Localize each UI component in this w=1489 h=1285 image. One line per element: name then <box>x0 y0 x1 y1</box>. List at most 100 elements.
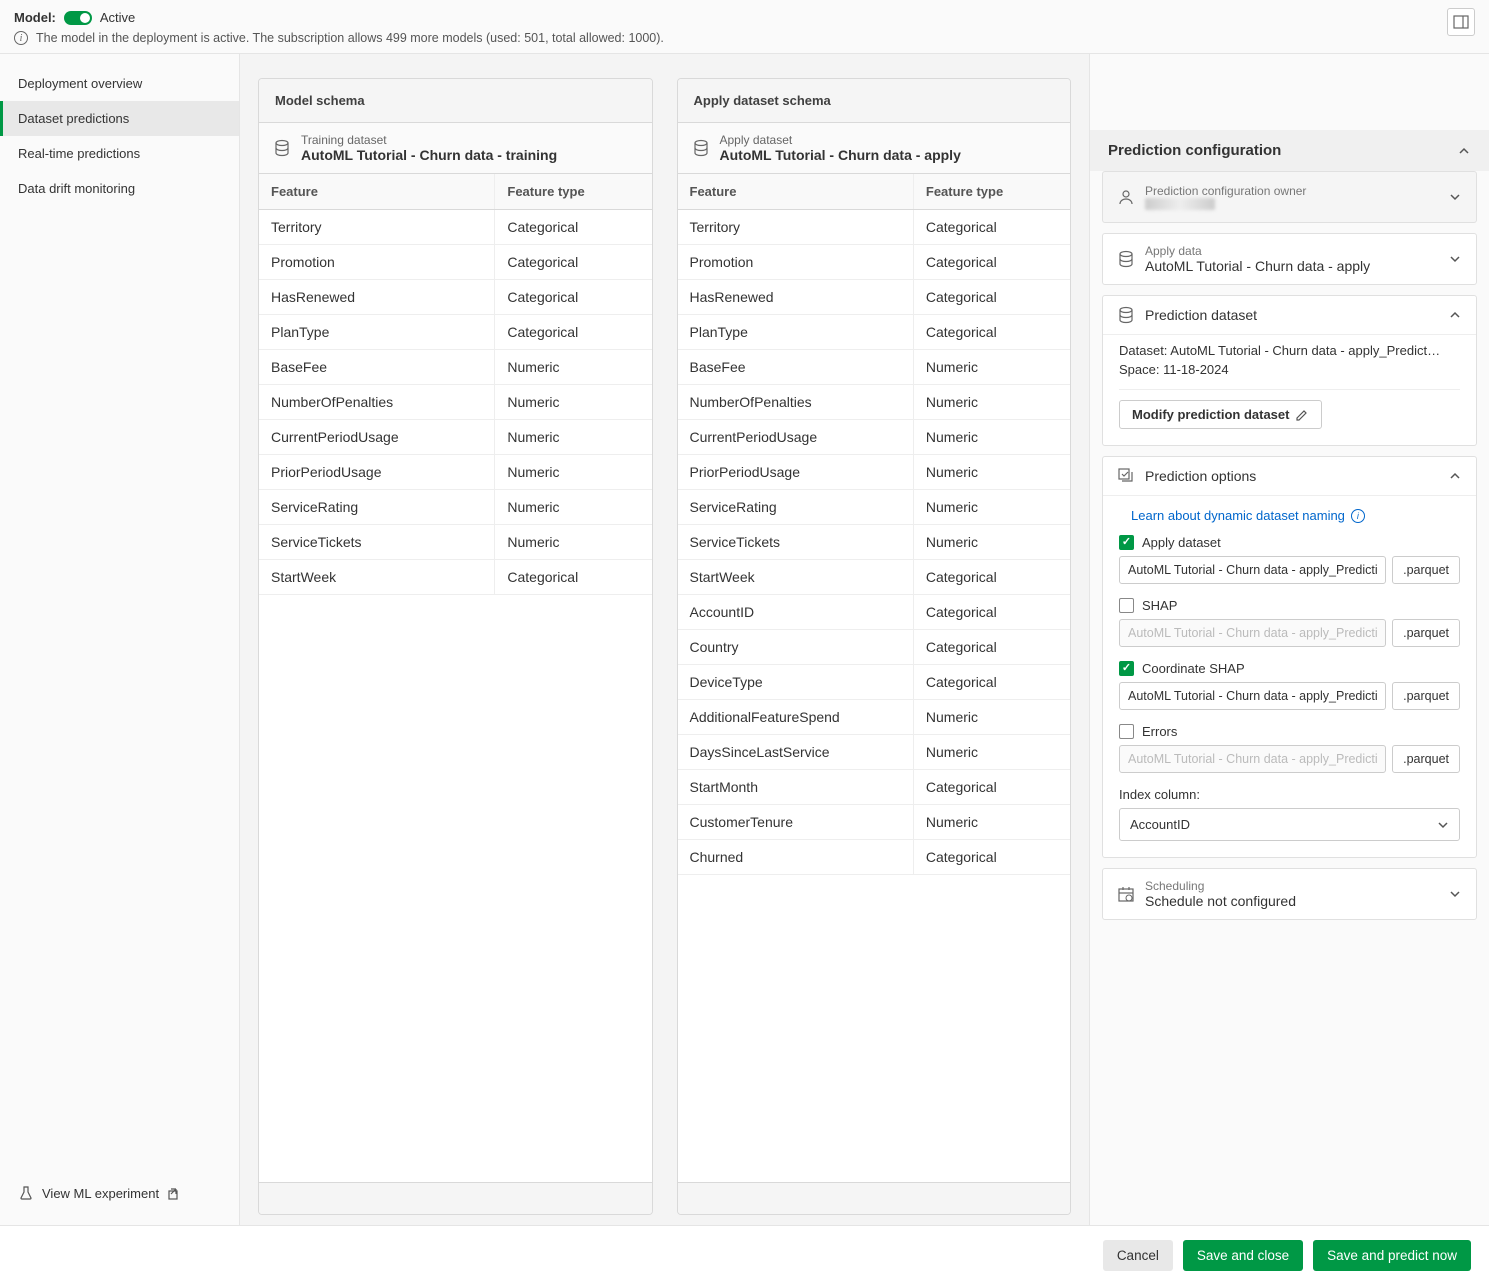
model-schema-col-feature: Feature <box>259 174 495 209</box>
toggle-sidepanel-button[interactable] <box>1447 8 1475 36</box>
chevron-down-icon <box>1448 252 1462 266</box>
scheduling-section[interactable]: Scheduling Schedule not configured <box>1102 868 1477 920</box>
save-and-predict-button[interactable]: Save and predict now <box>1313 1240 1471 1271</box>
apply-dataset-name: AutoML Tutorial - Churn data - apply <box>720 147 961 163</box>
options-icon <box>1117 467 1135 485</box>
owner-section[interactable]: Prediction configuration owner <box>1102 171 1477 223</box>
info-icon: i <box>14 31 28 45</box>
footer-bar: Cancel Save and close Save and predict n… <box>0 1225 1489 1285</box>
option-label: Apply dataset <box>1142 535 1221 550</box>
checkbox-shap[interactable] <box>1119 598 1134 613</box>
table-row: StartMonthCategorical <box>678 770 1071 805</box>
table-row: HasRenewedCategorical <box>259 280 652 315</box>
feature-name: Territory <box>259 210 495 244</box>
save-and-close-button[interactable]: Save and close <box>1183 1240 1303 1271</box>
apply-schema-title: Apply dataset schema <box>678 79 1071 123</box>
feature-type: Numeric <box>914 420 1070 454</box>
feature-type: Numeric <box>914 490 1070 524</box>
option-errors: ErrorsAutoML Tutorial - Churn data - app… <box>1119 724 1460 773</box>
chevron-up-icon <box>1457 144 1471 158</box>
feature-name: BaseFee <box>259 350 495 384</box>
table-row: DeviceTypeCategorical <box>678 665 1071 700</box>
model-schema-card: Model schema Training dataset AutoML Tut… <box>258 78 653 1215</box>
feature-type: Categorical <box>914 280 1070 314</box>
prediction-options-header[interactable]: Prediction options <box>1103 457 1476 495</box>
model-active-toggle[interactable] <box>64 11 92 25</box>
database-icon <box>1117 306 1135 324</box>
feature-name: Promotion <box>259 245 495 279</box>
feature-type: Categorical <box>914 840 1070 874</box>
view-ml-experiment-label: View ML experiment <box>42 1186 159 1201</box>
table-row: ServiceRatingNumeric <box>259 490 652 525</box>
info-icon: i <box>1351 509 1365 523</box>
sidebar-item-deployment-overview[interactable]: Deployment overview <box>0 66 239 101</box>
table-row: ServiceRatingNumeric <box>678 490 1071 525</box>
feature-type: Categorical <box>914 665 1070 699</box>
table-row: TerritoryCategorical <box>678 210 1071 245</box>
feature-type: Categorical <box>914 630 1070 664</box>
feature-name: StartMonth <box>678 770 914 804</box>
feature-name: PriorPeriodUsage <box>678 455 914 489</box>
feature-name: CurrentPeriodUsage <box>678 420 914 454</box>
table-row: PromotionCategorical <box>259 245 652 280</box>
chevron-down-icon <box>1448 887 1462 901</box>
option-coordinate-shap: Coordinate SHAP AutoML Tutorial - Churn d… <box>1119 661 1460 710</box>
feature-name: PriorPeriodUsage <box>259 455 495 489</box>
file-extension: .parquet <box>1392 682 1460 710</box>
right-panel-title: Prediction configuration <box>1108 142 1281 159</box>
feature-name: PlanType <box>678 315 914 349</box>
filename-input[interactable]: AutoML Tutorial - Churn data - apply_Pre… <box>1119 556 1386 584</box>
feature-type: Categorical <box>495 315 651 349</box>
table-row: CurrentPeriodUsageNumeric <box>678 420 1071 455</box>
file-extension: .parquet <box>1392 556 1460 584</box>
table-row: ServiceTicketsNumeric <box>259 525 652 560</box>
owner-label: Prediction configuration owner <box>1145 184 1438 198</box>
model-status: Active <box>100 10 135 25</box>
apply-schema-col-type: Feature type <box>914 174 1070 209</box>
owner-name-redacted <box>1145 198 1215 210</box>
feature-name: Promotion <box>678 245 914 279</box>
prediction-options-label: Prediction options <box>1145 468 1438 484</box>
model-label: Model: <box>14 10 56 25</box>
checkbox-apply-dataset[interactable] <box>1119 535 1134 550</box>
filename-input[interactable]: AutoML Tutorial - Churn data - apply_Pre… <box>1119 682 1386 710</box>
view-ml-experiment-link[interactable]: View ML experiment <box>0 1173 239 1213</box>
edit-icon <box>1295 408 1309 422</box>
checkbox-errors[interactable] <box>1119 724 1134 739</box>
chevron-down-icon <box>1437 819 1449 831</box>
sidebar-item-data-drift-monitoring[interactable]: Data drift monitoring <box>0 171 239 206</box>
sidebar-item-dataset-predictions[interactable]: Dataset predictions <box>0 101 239 136</box>
right-panel-title-row[interactable]: Prediction configuration <box>1090 130 1489 171</box>
feature-type: Numeric <box>495 420 651 454</box>
table-row: DaysSinceLastServiceNumeric <box>678 735 1071 770</box>
index-column-select[interactable]: AccountID <box>1119 808 1460 841</box>
dynamic-naming-link[interactable]: Learn about dynamic dataset naming i <box>1119 504 1460 535</box>
apply-schema-card: Apply dataset schema Apply dataset AutoM… <box>677 78 1072 1215</box>
checkbox-coordinate-shap[interactable] <box>1119 661 1134 676</box>
training-dataset-label: Training dataset <box>301 133 557 147</box>
index-column-label: Index column: <box>1119 787 1460 802</box>
feature-name: ServiceTickets <box>678 525 914 559</box>
prediction-dataset-header[interactable]: Prediction dataset <box>1103 296 1476 334</box>
cancel-button[interactable]: Cancel <box>1103 1240 1173 1271</box>
apply-data-section[interactable]: Apply data AutoML Tutorial - Churn data … <box>1102 233 1477 285</box>
modify-prediction-dataset-button[interactable]: Modify prediction dataset <box>1119 400 1322 429</box>
feature-name: ServiceRating <box>678 490 914 524</box>
feature-type: Categorical <box>914 560 1070 594</box>
table-row: StartWeekCategorical <box>678 560 1071 595</box>
feature-type: Categorical <box>495 245 651 279</box>
table-row: NumberOfPenaltiesNumeric <box>678 385 1071 420</box>
table-row: AccountIDCategorical <box>678 595 1071 630</box>
option-label: SHAP <box>1142 598 1177 613</box>
feature-type: Categorical <box>495 280 651 314</box>
prediction-options-section: Prediction options Learn about dynamic d… <box>1102 456 1477 858</box>
table-row: NumberOfPenaltiesNumeric <box>259 385 652 420</box>
option-apply-dataset: Apply dataset AutoML Tutorial - Churn dat… <box>1119 535 1460 584</box>
table-row: BaseFeeNumeric <box>259 350 652 385</box>
feature-name: StartWeek <box>259 560 495 594</box>
sidebar-item-real-time-predictions[interactable]: Real-time predictions <box>0 136 239 171</box>
feature-name: NumberOfPenalties <box>259 385 495 419</box>
option-label: Coordinate SHAP <box>1142 661 1245 676</box>
feature-name: AccountID <box>678 595 914 629</box>
file-extension: .parquet <box>1392 745 1460 773</box>
